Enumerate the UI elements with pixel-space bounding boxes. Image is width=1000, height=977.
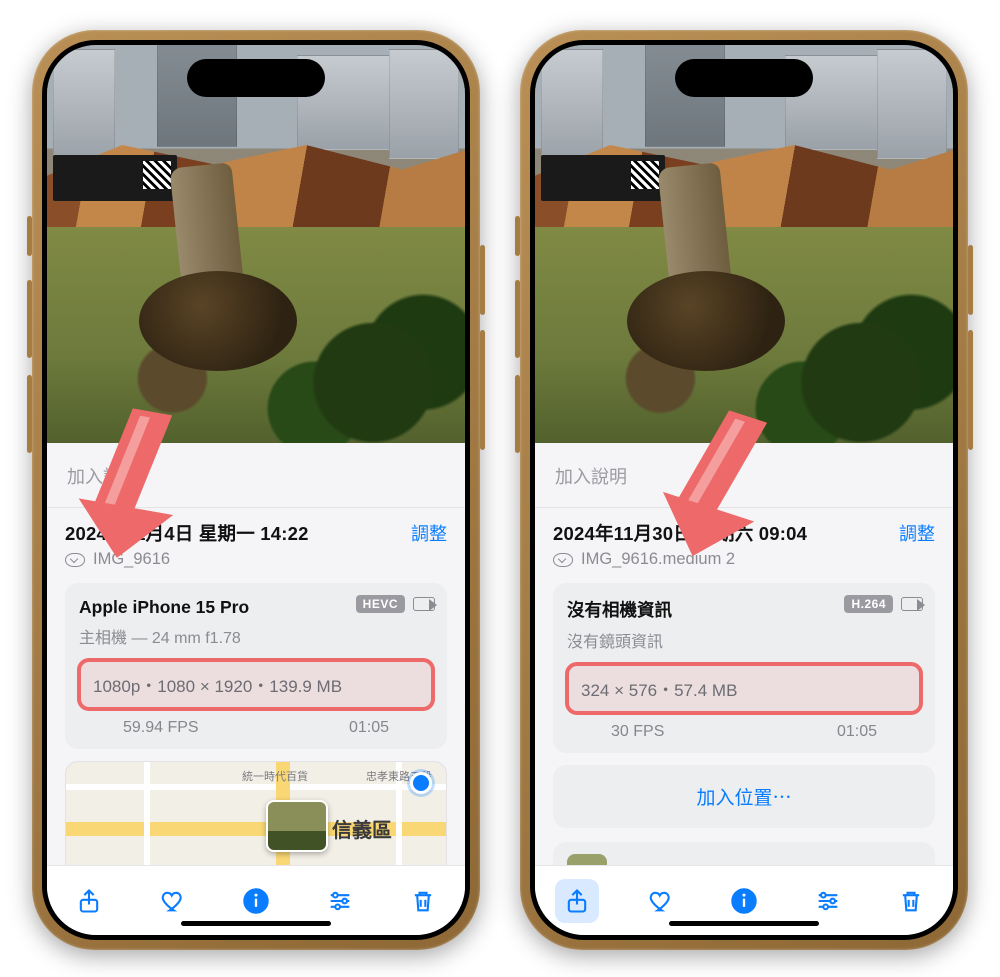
stats-highlight: 324 × 576・57.4 MB [565, 662, 923, 715]
info-panel: 加入說明 2024年11月30日 星期六 09:04 調整 IMG_9616.m… [535, 443, 953, 865]
dynamic-island [675, 59, 813, 97]
district-label: 信義區 [332, 814, 392, 843]
contained-in-row[interactable]: 包含在 AIPhoneCleaner 中 › [553, 842, 935, 865]
delete-button[interactable] [889, 879, 933, 923]
caption-input[interactable]: 加入說明 [555, 463, 933, 489]
adjust-button[interactable]: 調整 [899, 520, 935, 546]
video-icon [413, 597, 435, 611]
photo-preview[interactable] [535, 45, 953, 443]
duration-label: 01:05 [837, 723, 877, 741]
photo-preview[interactable] [47, 45, 465, 443]
camera-info-card: Apple iPhone 15 Pro HEVC 主相機 — 24 mm f1.… [65, 583, 447, 749]
app-thumb [567, 854, 607, 865]
codec-badge: H.264 [844, 595, 893, 613]
map-pin-thumb [266, 800, 328, 852]
add-location-button[interactable]: 加入位置⋯ [553, 765, 935, 828]
contained-in-label: 包含在 AIPhoneCleaner 中 [619, 862, 821, 866]
video-icon [901, 597, 923, 611]
fps-label: 30 FPS [611, 723, 664, 741]
fps-label: 59.94 FPS [123, 719, 199, 737]
codec-badge: HEVC [356, 595, 405, 613]
home-indicator[interactable] [669, 921, 819, 926]
share-button[interactable] [67, 879, 111, 923]
delete-button[interactable] [401, 879, 445, 923]
lens-info: 主相機 — 24 mm f1.78 [79, 624, 433, 648]
phone-right: 加入說明 2024年11月30日 星期六 09:04 調整 IMG_9616.m… [520, 30, 968, 950]
info-button[interactable] [234, 879, 278, 923]
caption-input[interactable]: 加入說明 [67, 463, 445, 489]
capture-date: 2024年11月4日 星期一 14:22 [65, 520, 309, 546]
home-indicator[interactable] [181, 921, 331, 926]
info-button[interactable] [722, 879, 766, 923]
camera-info-card: 沒有相機資訊 H.264 沒有鏡頭資訊 324 × 576・57.4 MB 30… [553, 583, 935, 753]
filename-label: IMG_9616.medium 2 [581, 550, 735, 569]
phone-left: 加入說明 2024年11月4日 星期一 14:22 調整 IMG_9616 Ap… [32, 30, 480, 950]
adjust-sliders-button[interactable] [318, 879, 362, 923]
filename-label: IMG_9616 [93, 550, 170, 569]
duration-label: 01:05 [349, 719, 389, 737]
adjust-button[interactable]: 調整 [411, 520, 447, 546]
current-location-dot [410, 772, 432, 794]
favorite-button[interactable] [150, 879, 194, 923]
stats-highlight: 1080p・1080 × 1920・139.9 MB [77, 658, 435, 711]
cloud-download-icon [65, 553, 85, 567]
capture-date: 2024年11月30日 星期六 09:04 [553, 520, 807, 546]
location-map[interactable]: 統一時代百貨 韓國觀光公社-台北支 忠孝東路五段 信義區 [65, 761, 447, 865]
adjust-sliders-button[interactable] [806, 879, 850, 923]
cloud-download-icon [553, 553, 573, 567]
info-panel: 加入說明 2024年11月4日 星期一 14:22 調整 IMG_9616 Ap… [47, 443, 465, 865]
favorite-button[interactable] [638, 879, 682, 923]
lens-info: 沒有鏡頭資訊 [567, 628, 921, 652]
map-poi: 統一時代百貨 [242, 768, 308, 784]
share-button[interactable] [555, 879, 599, 923]
chevron-right-icon: › [915, 864, 921, 866]
dynamic-island [187, 59, 325, 97]
